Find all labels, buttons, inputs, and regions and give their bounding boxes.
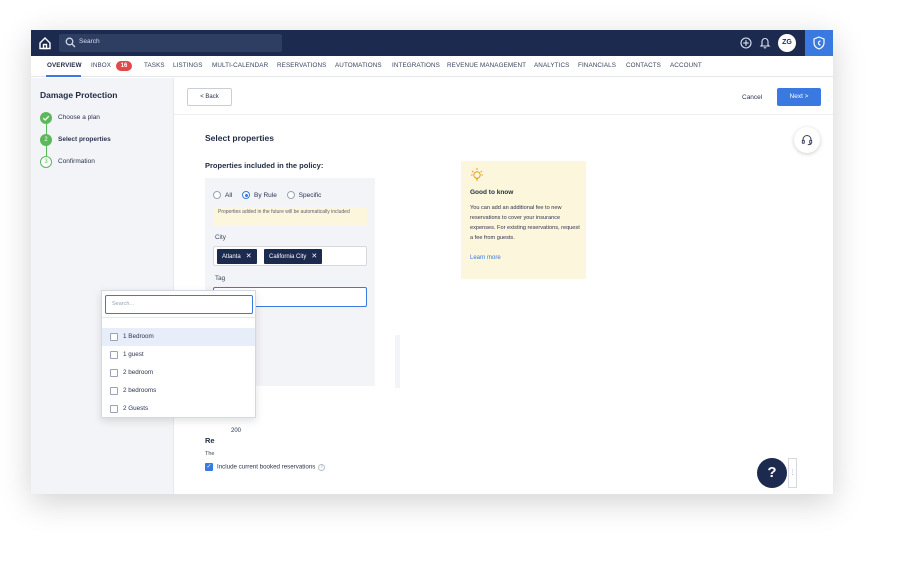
shield-icon xyxy=(813,36,825,50)
properties-title: Properties included in the policy: xyxy=(205,161,324,170)
sidebar-title: Damage Protection xyxy=(40,90,118,100)
city-label: City xyxy=(215,234,226,241)
include-reservations-label: Include current booked reservations xyxy=(217,463,316,471)
step-connector xyxy=(45,146,47,156)
user-avatar[interactable]: ZG xyxy=(778,34,796,52)
step-label-choose-plan[interactable]: Choose a plan xyxy=(58,114,100,121)
step-3-number: 3 xyxy=(40,156,52,168)
city-multiselect[interactable]: Atlanta ✕ California City ✕ xyxy=(213,246,367,266)
tag-option-label: 2 bedroom xyxy=(123,369,154,376)
good-to-know-panel: Good to know You can add an additional f… xyxy=(461,161,586,279)
search-input[interactable]: Search xyxy=(59,34,282,52)
card-background xyxy=(395,335,400,388)
tag-option[interactable]: 2 bedrooms xyxy=(102,382,255,400)
nav-integrations[interactable]: INTEGRATIONS xyxy=(392,62,440,69)
section-title: Select properties xyxy=(205,133,274,143)
tag-option-partial: 200 xyxy=(231,428,242,433)
step-label-select-properties[interactable]: Select properties xyxy=(58,136,111,143)
wizard-sidebar: Damage Protection Choose a plan 2 Select… xyxy=(31,78,174,494)
help-button[interactable]: ? xyxy=(757,458,787,488)
good-to-know-title: Good to know xyxy=(470,189,514,196)
checkbox[interactable] xyxy=(110,333,118,341)
tag-option-label: 2 bedrooms xyxy=(123,387,157,394)
header-divider xyxy=(174,114,833,115)
nav-financials[interactable]: FINANCIALS xyxy=(578,62,616,69)
remove-chip-icon[interactable]: ✕ xyxy=(311,253,317,260)
radio-all[interactable] xyxy=(213,191,221,199)
tag-option-label: 1 guest xyxy=(123,351,144,358)
include-reservations-checkbox[interactable]: ✓ Include current booked reservations i xyxy=(205,463,326,471)
tag-option[interactable]: 1 Bedroom xyxy=(102,328,255,346)
nav-multi-calendar[interactable]: MULTI-CALENDAR xyxy=(212,62,268,69)
city-chip-label: California City xyxy=(269,254,307,260)
nav-listings[interactable]: LISTINGS xyxy=(173,62,203,69)
radio-by-rule-label[interactable]: By Rule xyxy=(254,192,277,199)
search-label: Search xyxy=(79,38,100,45)
reservations-title: Re xyxy=(205,436,215,445)
info-icon[interactable]: i xyxy=(318,463,326,471)
check-icon xyxy=(42,115,50,121)
tag-option[interactable]: 2 Guests xyxy=(102,400,255,418)
add-circle-icon[interactable] xyxy=(740,37,752,49)
checked-icon: ✓ xyxy=(205,463,213,471)
tag-label: Tag xyxy=(215,275,226,282)
remove-chip-icon[interactable]: ✕ xyxy=(246,253,252,260)
search-icon xyxy=(65,37,76,48)
top-bar: Search ZG xyxy=(31,30,833,56)
app-window: Search ZG OVERVIEW INBOX 16 TASKS LISTIN… xyxy=(31,30,833,494)
headset-icon xyxy=(801,135,813,146)
city-chip-label: Atlanta xyxy=(222,254,241,260)
main-content: < Back Cancel Next > Select properties P… xyxy=(174,78,833,494)
cancel-button[interactable]: Cancel xyxy=(742,94,762,101)
tag-option-label: 1 Bedroom xyxy=(123,333,154,340)
active-tab-indicator xyxy=(46,75,81,77)
checkbox[interactable] xyxy=(110,369,118,377)
main-nav: OVERVIEW INBOX 16 TASKS LISTINGS MULTI-C… xyxy=(31,56,833,77)
next-button[interactable]: Next > xyxy=(777,88,821,106)
step-connector xyxy=(45,124,47,134)
tag-option[interactable]: 2 bedroom xyxy=(102,364,255,382)
nav-overview[interactable]: OVERVIEW xyxy=(47,62,82,69)
nav-automations[interactable]: AUTOMATIONS xyxy=(335,62,382,69)
nav-contacts[interactable]: CONTACTS xyxy=(626,62,661,69)
nav-tasks[interactable]: TASKS xyxy=(144,62,165,69)
radio-specific-label[interactable]: Specific xyxy=(299,192,322,199)
nav-reservations[interactable]: RESERVATIONS xyxy=(277,62,327,69)
nav-revenue-management[interactable]: REVENUE MANAGEMENT xyxy=(447,62,526,69)
radio-by-rule[interactable] xyxy=(242,191,251,199)
tag-dropdown-menu: Search... 1 Bedroom 1 guest 2 bedroom 2 … xyxy=(101,290,256,418)
good-to-know-body: You can add an additional fee to new res… xyxy=(470,205,580,241)
radio-all-label[interactable]: All xyxy=(225,192,232,199)
checkbox[interactable] xyxy=(110,351,118,359)
step-label-confirmation[interactable]: Confirmation xyxy=(58,158,95,165)
dropdown-divider xyxy=(102,317,255,318)
nav-account[interactable]: ACCOUNT xyxy=(670,62,702,69)
tag-option-label: 2 Guests xyxy=(123,405,149,412)
city-chip: Atlanta ✕ xyxy=(217,249,257,264)
city-chip: California City ✕ xyxy=(264,249,323,264)
bell-icon[interactable] xyxy=(759,36,771,49)
radio-specific[interactable] xyxy=(286,191,295,199)
back-button[interactable]: < Back xyxy=(187,88,232,106)
inbox-count-badge: 16 xyxy=(116,61,132,71)
nav-analytics[interactable]: ANALYTICS xyxy=(534,62,569,69)
help-tab-handle[interactable]: ⋮ xyxy=(788,458,797,488)
learn-more-link[interactable]: Learn more xyxy=(470,255,501,261)
checkbox[interactable] xyxy=(110,387,118,395)
nav-inbox[interactable]: INBOX xyxy=(91,62,111,69)
lightbulb-icon xyxy=(471,168,483,181)
reservations-description: The xyxy=(205,451,215,457)
home-icon[interactable] xyxy=(38,36,52,50)
scope-radio-group: All By Rule Specific xyxy=(213,191,329,201)
step-1-check xyxy=(40,112,52,124)
tag-search-input[interactable]: Search... xyxy=(105,295,253,314)
support-button[interactable] xyxy=(794,127,820,153)
checkbox[interactable] xyxy=(110,405,118,413)
future-properties-note: Properties added in the future will be a… xyxy=(213,207,367,226)
protection-shield-button[interactable] xyxy=(805,30,833,56)
tag-option[interactable]: 1 guest xyxy=(102,346,255,364)
step-2-number: 2 xyxy=(40,134,52,146)
